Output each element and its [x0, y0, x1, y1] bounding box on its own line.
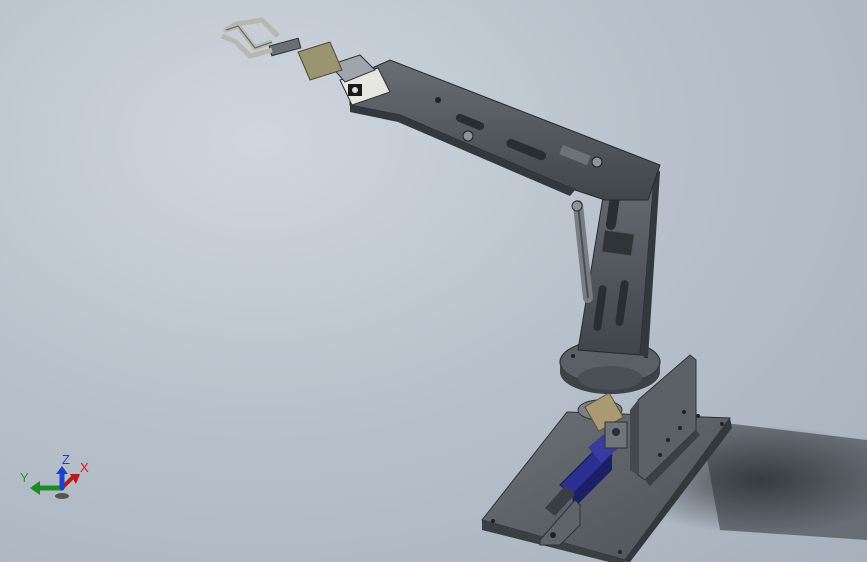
gripper-body[interactable] [268, 37, 343, 81]
orientation-triad[interactable]: X Y Z [20, 452, 89, 499]
x-axis-label: X [80, 460, 89, 475]
upper-arm[interactable] [349, 59, 661, 201]
model-canvas[interactable]: X Y Z [0, 0, 867, 562]
y-axis-label: Y [20, 470, 29, 485]
gripper-fingers[interactable] [221, 17, 280, 59]
triad-origin [55, 493, 69, 499]
z-axis-head [56, 466, 68, 474]
cad-viewport[interactable]: X Y Z [0, 0, 867, 562]
z-axis-label: Z [62, 452, 70, 467]
y-axis-head [30, 481, 40, 495]
lift-cylinder[interactable] [571, 200, 593, 303]
